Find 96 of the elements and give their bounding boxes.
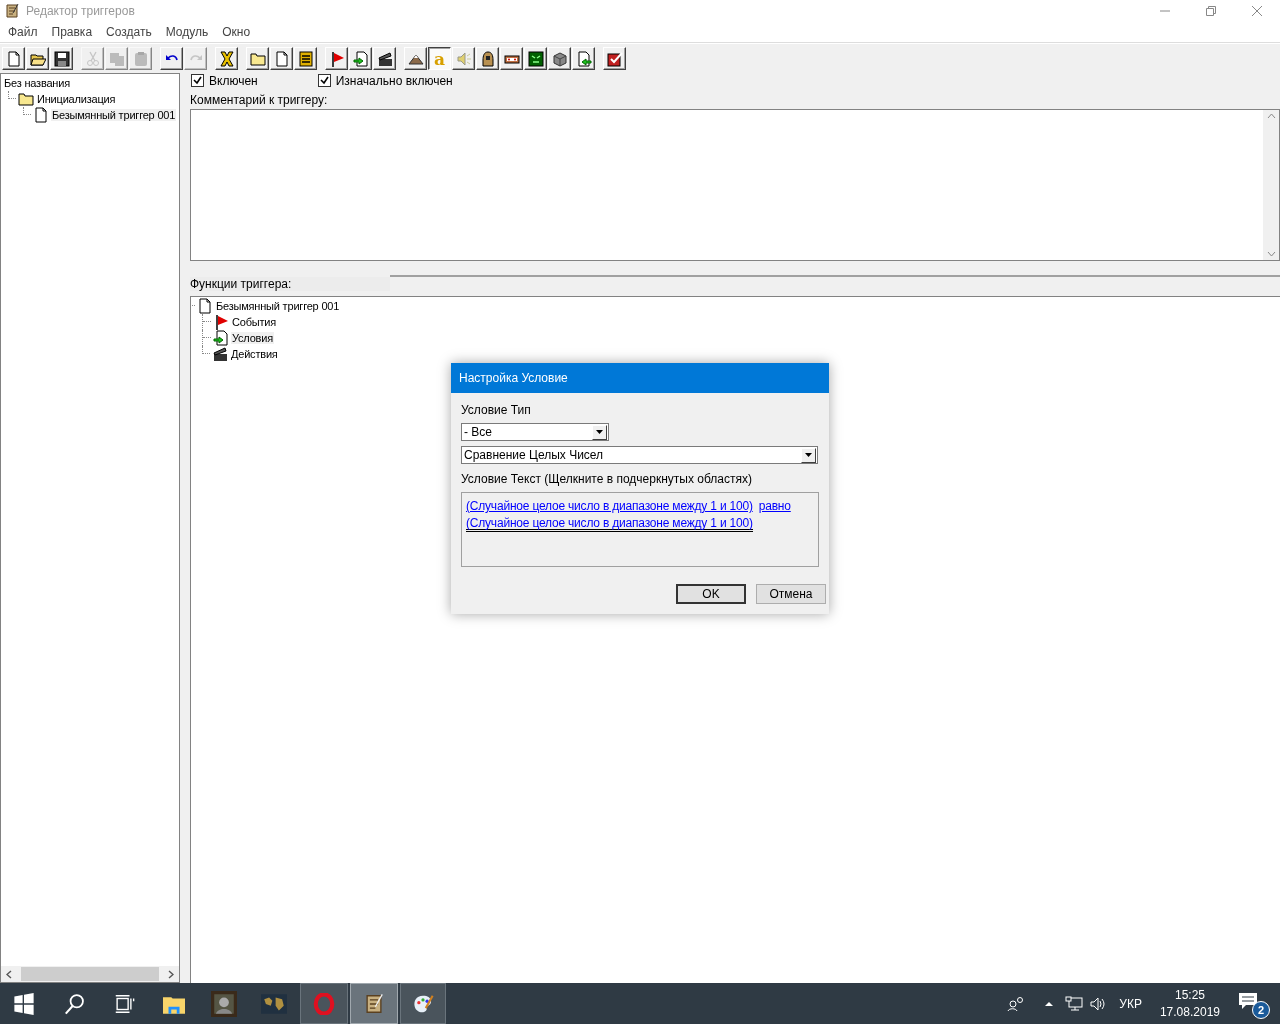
type-dropdown[interactable]: - Все — [461, 423, 609, 441]
open-button[interactable] — [26, 47, 49, 71]
close-icon — [1252, 6, 1262, 16]
clapper-icon — [212, 345, 228, 362]
notifications-button[interactable]: 2 — [1238, 988, 1270, 1019]
menu-item[interactable]: Создать — [99, 25, 159, 39]
link[interactable]: равно — [758, 499, 791, 513]
paint-button[interactable] — [400, 983, 446, 1024]
hooded-figure-icon — [479, 50, 496, 67]
scroll-icon — [363, 992, 385, 1015]
checkbox-label: Включен — [209, 73, 258, 88]
link[interactable]: (Случайное целое число в диапазоне между 1 и 100) — [466, 499, 753, 513]
new-button[interactable] — [2, 47, 25, 71]
condition-text-label: Условие Текст (Щелкните в подчеркнутых областях) — [461, 472, 753, 486]
undo-button[interactable] — [160, 47, 183, 71]
dialog-button[interactable]: Отмена — [756, 584, 826, 604]
cube-icon — [551, 50, 568, 67]
delete-button[interactable] — [215, 47, 238, 71]
item-button[interactable] — [500, 47, 523, 71]
page-icon — [5, 50, 22, 67]
flag-icon — [213, 313, 229, 330]
tree-item[interactable]: Без названия — [3, 76, 71, 89]
speaker-icon — [455, 50, 472, 67]
portrait-icon — [211, 990, 237, 1017]
menu-item[interactable]: Окно — [215, 25, 258, 39]
clapper-icon — [376, 50, 393, 67]
menu-item[interactable]: Файл — [1, 25, 45, 39]
event-button[interactable] — [325, 47, 348, 71]
folder-icon — [18, 90, 34, 107]
comment-label: Комментарий к триггеру: — [190, 92, 329, 107]
ring-icon — [313, 992, 335, 1015]
comment-button[interactable] — [294, 47, 317, 71]
tree-item[interactable]: Безымянный триггер 001 — [215, 299, 341, 312]
windows-logo-icon — [13, 992, 35, 1015]
category-button[interactable] — [246, 47, 269, 71]
page-icon — [33, 106, 49, 123]
floppy-icon — [53, 50, 70, 67]
functions-label: Функции триггера: — [190, 276, 390, 291]
task-view-icon — [113, 992, 135, 1015]
notifications-icon — [1238, 991, 1258, 1010]
checkbox[interactable] — [191, 74, 204, 88]
tree-item[interactable]: Действия — [230, 347, 279, 360]
chevron-up-icon[interactable] — [1045, 1001, 1054, 1006]
horizontal-scrollbar[interactable] — [1, 966, 179, 982]
condition-type-label: Условие Тип — [461, 403, 532, 417]
folder-icon — [249, 50, 266, 67]
network-icon[interactable] — [1065, 995, 1084, 1012]
people-icon — [1007, 995, 1026, 1012]
trigger-button[interactable] — [270, 47, 293, 71]
save-button[interactable] — [50, 47, 73, 71]
test-button[interactable] — [603, 47, 626, 71]
clock-time[interactable]: 15:25 — [1174, 988, 1205, 1002]
checkbox-icon — [606, 50, 623, 67]
function-dropdown[interactable]: Сравнение Целых Чисел — [461, 446, 818, 464]
import-button[interactable] — [572, 47, 595, 71]
cube-button[interactable] — [548, 47, 571, 71]
speaker-icon[interactable] — [1089, 995, 1108, 1012]
tree-item[interactable]: События — [231, 315, 277, 328]
page-icon — [273, 50, 290, 67]
tree-item[interactable]: Условия — [231, 331, 274, 344]
action-button[interactable] — [373, 47, 396, 71]
checkbox-label: Изначально включен — [335, 73, 453, 88]
copy-icon — [108, 50, 125, 67]
tree-item[interactable]: Безымянный триггер 001 — [51, 108, 177, 121]
condition-button[interactable] — [349, 47, 372, 71]
dialog-button[interactable]: OK — [676, 584, 746, 604]
editor-button[interactable] — [350, 983, 398, 1024]
notification-count: 2 — [1252, 1000, 1270, 1019]
scroll-icon — [4, 3, 20, 19]
window-title: Редактор триггеров — [26, 4, 136, 18]
chevron-right-icon — [168, 969, 174, 979]
dialog-title: Настройка Условие — [451, 363, 829, 393]
tree-item[interactable]: Инициализация — [36, 92, 117, 105]
sound-button[interactable] — [452, 47, 475, 71]
dropdown-arrow-icon — [805, 453, 812, 457]
lines-icon — [297, 50, 314, 67]
monster-icon — [527, 50, 544, 67]
language-indicator[interactable]: УКР — [1119, 996, 1142, 1011]
terrain-button[interactable] — [404, 47, 427, 71]
restore-icon — [1206, 6, 1216, 16]
dropdown-arrow-icon — [596, 430, 603, 434]
model-button[interactable] — [524, 47, 547, 71]
link[interactable]: (Случайное целое число в диапазоне между 1 и 100) — [466, 516, 753, 532]
chevron-left-icon — [6, 969, 12, 979]
page-arrow-icon — [575, 50, 592, 67]
search-icon — [63, 992, 85, 1015]
paste-icon — [132, 50, 149, 67]
x-icon — [218, 50, 235, 67]
page-arrow-icon — [213, 329, 229, 346]
scissors-icon — [84, 50, 101, 67]
clock-date[interactable]: 17.08.2019 — [1159, 1005, 1220, 1019]
page-arrow-icon — [352, 50, 369, 67]
menu-item[interactable]: Модуль — [158, 25, 216, 39]
checkbox[interactable] — [317, 74, 331, 88]
unit-button[interactable] — [476, 47, 499, 71]
menu-item[interactable]: Правка — [44, 25, 100, 39]
